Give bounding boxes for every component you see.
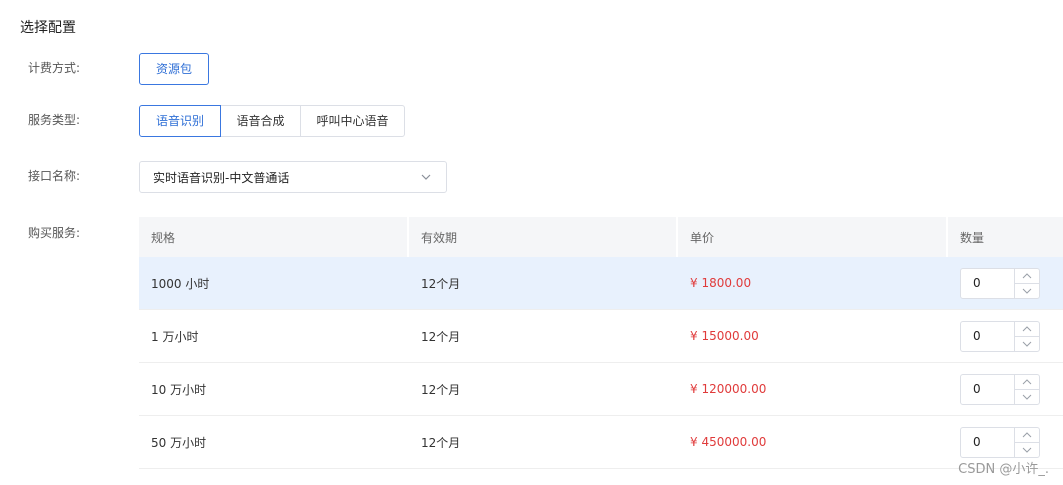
table-header: 规格 有效期 单价 数量 xyxy=(139,217,1063,257)
row-validity: 12个月 xyxy=(421,382,461,397)
chevron-down-icon xyxy=(421,174,431,180)
row-spec: 1000 小时 xyxy=(151,276,210,291)
service-type-call-center[interactable]: 呼叫中心语音 xyxy=(300,105,405,137)
api-name-value: 实时语音识别-中文普通话 xyxy=(153,170,290,185)
table-row[interactable]: 1 万小时 12个月 ¥ 15000.00 0 xyxy=(139,310,1063,363)
service-type-speech-synthesis[interactable]: 语音合成 xyxy=(220,105,301,137)
purchase-table: 规格 有效期 单价 数量 1000 小时 12个月 ¥ 1800.00 0 1 … xyxy=(139,217,1063,469)
table-row[interactable]: 50 万小时 12个月 ¥ 450000.00 0 xyxy=(139,416,1063,469)
quantity-input[interactable]: 0 xyxy=(961,375,1014,404)
stepper-down-button[interactable] xyxy=(1015,337,1039,351)
header-quantity: 数量 xyxy=(960,230,985,245)
api-name-label: 接口名称: xyxy=(28,169,81,183)
chevron-up-icon xyxy=(1022,272,1032,278)
stepper-down-button[interactable] xyxy=(1015,284,1039,298)
purchase-label: 购买服务: xyxy=(28,226,81,240)
config-page: 选择配置 计费方式: 资源包 服务类型: 语音识别 语音合成 呼叫中心语音 接口… xyxy=(0,0,1063,485)
service-type-label: 服务类型: xyxy=(28,113,81,127)
quantity-input[interactable]: 0 xyxy=(961,269,1014,298)
chevron-up-icon xyxy=(1022,325,1032,331)
row-validity: 12个月 xyxy=(421,276,461,291)
row-price: ¥ 1800.00 xyxy=(690,276,752,290)
chevron-down-icon xyxy=(1022,394,1032,400)
stepper-up-button[interactable] xyxy=(1015,428,1039,443)
quantity-stepper[interactable]: 0 xyxy=(960,373,1040,405)
chevron-down-icon xyxy=(1022,341,1032,347)
stepper-up-button[interactable] xyxy=(1015,269,1039,284)
stepper-down-button[interactable] xyxy=(1015,443,1039,457)
quantity-input[interactable]: 0 xyxy=(961,428,1014,457)
chevron-up-icon xyxy=(1022,431,1032,437)
row-quantity-cell: 0 xyxy=(948,257,1063,309)
stepper-arrows xyxy=(1014,374,1039,404)
chevron-down-icon xyxy=(1022,288,1032,294)
table-row[interactable]: 1000 小时 12个月 ¥ 1800.00 0 xyxy=(139,257,1063,310)
stepper-up-button[interactable] xyxy=(1015,322,1039,337)
stepper-arrows xyxy=(1014,321,1039,351)
section-title: 选择配置 xyxy=(20,20,76,36)
row-price: ¥ 450000.00 xyxy=(690,435,767,449)
stepper-down-button[interactable] xyxy=(1015,390,1039,404)
stepper-arrows xyxy=(1014,268,1039,298)
row-quantity-cell: 0 xyxy=(948,310,1063,362)
stepper-arrows xyxy=(1014,427,1039,457)
row-spec: 1 万小时 xyxy=(151,329,199,344)
billing-option-resource-pack[interactable]: 资源包 xyxy=(139,53,209,85)
watermark: CSDN @小许_. xyxy=(958,462,1049,477)
service-type-group: 语音识别 语音合成 呼叫中心语音 xyxy=(139,105,405,137)
row-validity: 12个月 xyxy=(421,329,461,344)
quantity-stepper[interactable]: 0 xyxy=(960,426,1040,458)
row-validity: 12个月 xyxy=(421,435,461,450)
chevron-down-icon xyxy=(1022,447,1032,453)
billing-label: 计费方式: xyxy=(28,61,81,75)
service-type-speech-recognition[interactable]: 语音识别 xyxy=(139,105,221,137)
row-price: ¥ 15000.00 xyxy=(690,329,759,343)
row-quantity-cell: 0 xyxy=(948,363,1063,415)
row-price: ¥ 120000.00 xyxy=(690,382,767,396)
header-spec: 规格 xyxy=(139,217,409,257)
header-validity: 有效期 xyxy=(409,217,678,257)
stepper-up-button[interactable] xyxy=(1015,375,1039,390)
quantity-stepper[interactable]: 0 xyxy=(960,320,1040,352)
header-price: 单价 xyxy=(678,217,948,257)
quantity-input[interactable]: 0 xyxy=(961,322,1014,351)
chevron-up-icon xyxy=(1022,378,1032,384)
table-row[interactable]: 10 万小时 12个月 ¥ 120000.00 0 xyxy=(139,363,1063,416)
api-name-select[interactable]: 实时语音识别-中文普通话 xyxy=(139,161,447,193)
quantity-stepper[interactable]: 0 xyxy=(960,267,1040,299)
row-spec: 50 万小时 xyxy=(151,435,207,450)
row-spec: 10 万小时 xyxy=(151,382,207,397)
